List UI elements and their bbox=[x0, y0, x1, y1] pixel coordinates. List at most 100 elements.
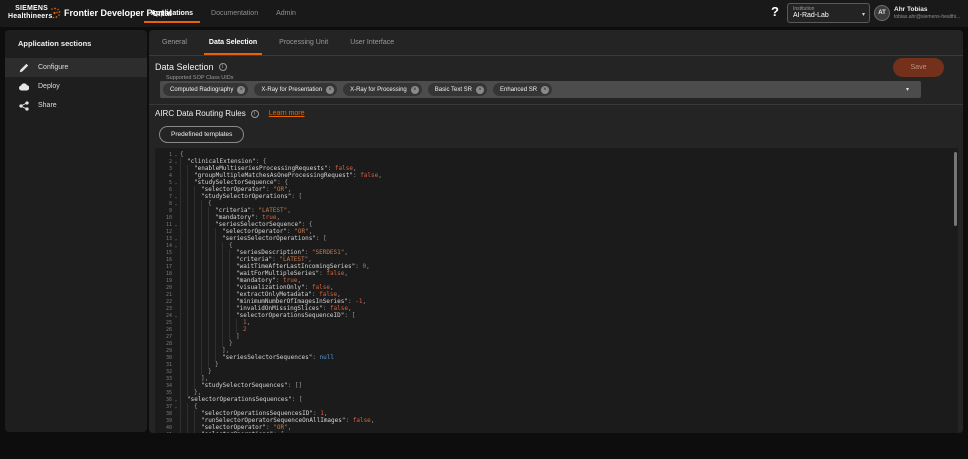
editor-line: 8⌄{ bbox=[155, 200, 958, 207]
fold-toggle-icon[interactable]: ⌄ bbox=[172, 201, 180, 206]
sop-class-uids-field[interactable]: Computed Radiography×X-Ray for Presentat… bbox=[160, 81, 921, 98]
indent-guide bbox=[187, 347, 194, 354]
indent-guide bbox=[208, 305, 215, 312]
fold-toggle-icon[interactable]: ⌄ bbox=[172, 152, 180, 157]
indent-guide bbox=[187, 382, 194, 389]
line-number: 41 bbox=[155, 432, 172, 434]
remove-chip-icon[interactable]: × bbox=[411, 86, 419, 94]
fold-toggle-icon[interactable]: ⌄ bbox=[172, 194, 180, 199]
tab-data-selection[interactable]: Data Selection bbox=[198, 30, 268, 55]
line-number: 33 bbox=[155, 376, 172, 382]
editor-line: 27] bbox=[155, 333, 958, 340]
save-button[interactable]: Save bbox=[893, 58, 944, 77]
chip-label: Enhanced SR bbox=[500, 87, 537, 93]
indent-guide bbox=[180, 207, 187, 214]
tab-general[interactable]: General bbox=[151, 30, 198, 55]
indent-guide bbox=[187, 284, 194, 291]
indent-guide bbox=[201, 340, 208, 347]
code-text: "selectorOperator": "OR", bbox=[201, 424, 291, 431]
indent-guide bbox=[208, 319, 215, 326]
application-sections-sidebar: Application sections ConfigureDeployShar… bbox=[5, 30, 147, 432]
sidebar-item-share[interactable]: Share bbox=[5, 96, 147, 115]
line-number: 36 bbox=[155, 397, 172, 403]
indent-guide bbox=[180, 172, 187, 179]
indent-guide bbox=[194, 270, 201, 277]
indent-guide bbox=[187, 221, 194, 228]
predefined-templates-button[interactable]: Predefined templates bbox=[159, 126, 244, 143]
json-code-editor[interactable]: 1⌄{2⌄"clinicalExtension": {3"enableMulti… bbox=[155, 148, 958, 433]
indent-guide bbox=[222, 319, 229, 326]
header-tab-admin[interactable]: Admin bbox=[267, 0, 305, 27]
top-header-bar: SIEMENS Healthineers Frontier Developer … bbox=[0, 0, 968, 27]
remove-chip-icon[interactable]: × bbox=[476, 86, 484, 94]
indent-guide bbox=[194, 354, 201, 361]
indent-guide bbox=[201, 256, 208, 263]
editor-line: 34"studySelectorSequences": [] bbox=[155, 382, 958, 389]
indent-guide bbox=[201, 361, 208, 368]
fold-toggle-icon[interactable]: ⌄ bbox=[172, 404, 180, 409]
info-icon[interactable]: i bbox=[219, 63, 227, 71]
indent-guide bbox=[229, 277, 236, 284]
healthineers-swirl-icon bbox=[50, 7, 61, 20]
line-number: 24 bbox=[155, 313, 172, 319]
header-tab-applications[interactable]: Applications bbox=[142, 0, 202, 27]
indent-guide bbox=[201, 368, 208, 375]
line-number: 18 bbox=[155, 271, 172, 277]
sidebar-item-configure[interactable]: Configure bbox=[5, 58, 147, 77]
indent-guide bbox=[215, 354, 222, 361]
fold-toggle-icon[interactable]: ⌄ bbox=[172, 222, 180, 227]
fold-toggle-icon[interactable]: ⌄ bbox=[172, 236, 180, 241]
line-number: 25 bbox=[155, 320, 172, 326]
indent-guide bbox=[194, 368, 201, 375]
indent-guide bbox=[187, 333, 194, 340]
code-text: "criteria": "LATEST", bbox=[236, 256, 312, 263]
code-text: 2 bbox=[243, 326, 247, 333]
tab-processing-unit[interactable]: Processing Unit bbox=[268, 30, 339, 55]
editor-scrollbar[interactable] bbox=[954, 152, 957, 226]
fold-toggle-icon[interactable]: ⌄ bbox=[172, 180, 180, 185]
chevron-down-icon[interactable]: ▾ bbox=[906, 86, 909, 93]
code-text: } bbox=[229, 340, 233, 347]
indent-guide bbox=[215, 340, 222, 347]
indent-guide bbox=[201, 263, 208, 270]
indent-guide bbox=[208, 207, 215, 214]
line-number: 23 bbox=[155, 306, 172, 312]
indent-guide bbox=[229, 284, 236, 291]
indent-guide bbox=[201, 284, 208, 291]
line-number: 1 bbox=[155, 152, 172, 158]
code-text: "invalidOnMissingSlices": false, bbox=[236, 305, 352, 312]
indent-guide bbox=[187, 186, 194, 193]
user-menu[interactable]: Ahr Tobias tobias.ahr@siemens-healthi... bbox=[894, 6, 966, 20]
editor-line: 15"seriesDescription": "SERDES1", bbox=[155, 249, 958, 256]
section-tabs: GeneralData SelectionProcessing UnitUser… bbox=[149, 30, 963, 56]
code-text: "selectorOperationsSequencesID": 1, bbox=[201, 410, 327, 417]
fold-toggle-icon[interactable]: ⌄ bbox=[172, 313, 180, 318]
fold-toggle-icon[interactable]: ⌄ bbox=[172, 397, 180, 402]
remove-chip-icon[interactable]: × bbox=[541, 86, 549, 94]
indent-guide bbox=[194, 312, 201, 319]
indent-guide bbox=[180, 347, 187, 354]
tab-user-interface[interactable]: User Interface bbox=[339, 30, 405, 55]
code-text: ], bbox=[201, 375, 208, 382]
indent-guide bbox=[215, 263, 222, 270]
help-icon[interactable]: ? bbox=[771, 4, 779, 19]
indent-guide bbox=[187, 361, 194, 368]
line-number: 19 bbox=[155, 278, 172, 284]
editor-line: 24⌄"selectorOperationsSequenceID": [ bbox=[155, 312, 958, 319]
indent-guide bbox=[187, 403, 194, 410]
indent-guide bbox=[180, 277, 187, 284]
fold-toggle-icon[interactable]: ⌄ bbox=[172, 243, 180, 248]
user-avatar[interactable]: AT bbox=[874, 5, 890, 21]
institution-dropdown[interactable]: Institution AI-Rad-Lab ▾ bbox=[787, 3, 870, 23]
indent-guide bbox=[222, 256, 229, 263]
indent-guide bbox=[229, 312, 236, 319]
fold-toggle-icon[interactable]: ⌄ bbox=[172, 159, 180, 164]
remove-chip-icon[interactable]: × bbox=[326, 86, 334, 94]
sidebar-item-deploy[interactable]: Deploy bbox=[5, 77, 147, 96]
info-icon[interactable]: i bbox=[251, 110, 259, 118]
learn-more-link[interactable]: Learn more bbox=[269, 110, 305, 117]
code-text: "studySelectorSequence": { bbox=[194, 179, 288, 186]
fold-toggle-icon[interactable]: ⌄ bbox=[172, 432, 180, 433]
remove-chip-icon[interactable]: × bbox=[237, 86, 245, 94]
header-tab-documentation[interactable]: Documentation bbox=[202, 0, 267, 27]
